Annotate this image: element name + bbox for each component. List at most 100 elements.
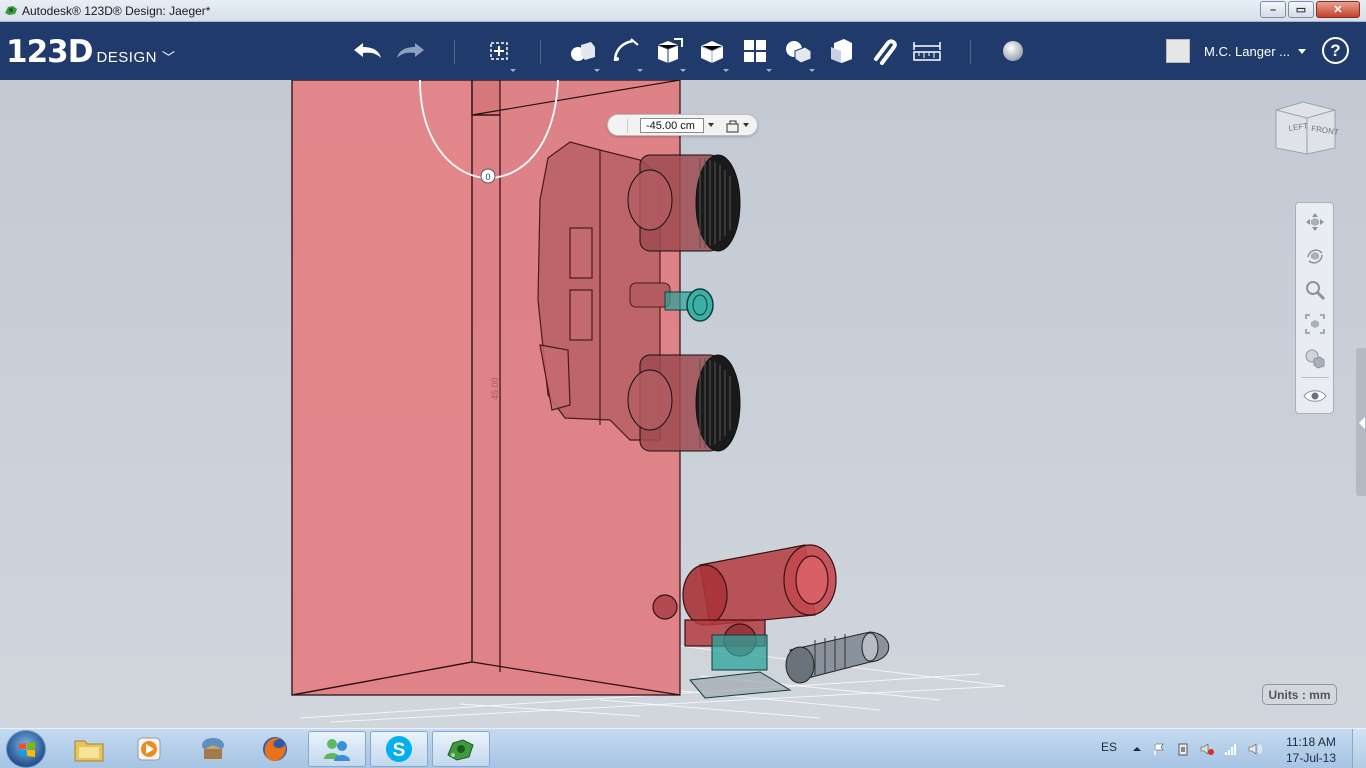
skype-icon: S [386,736,412,762]
shoulder-joint-bottom [627,354,741,452]
maximize-icon: ▭ [1295,4,1307,16]
orbit-icon [1307,249,1323,264]
window-title: Autodesk® 123D® Design: Jaeger* [22,4,211,18]
dimension-input[interactable] [640,118,704,133]
windows-logo-icon [19,742,35,757]
undo-button[interactable] [350,34,384,68]
primitives-icon [571,42,595,61]
minimize-icon: – [1269,3,1277,16]
title-bar: Autodesk® 123D® Design: Jaeger* – ▭ ✕ [0,0,1366,22]
nav-divider [1301,377,1329,378]
taskbar-firefox[interactable] [246,731,304,767]
rotation-handle-value: 0 [485,172,490,182]
units-indicator[interactable]: Units : mm [1262,684,1337,705]
show-hidden-icons-icon[interactable] [1130,742,1144,756]
taskbar: S ES 11:18 AM 17-Jul-13 [0,728,1366,768]
visibility-icon [1303,390,1327,402]
transform-button[interactable] [482,34,516,72]
pan-button[interactable] [1302,209,1328,235]
action-center-flag-icon[interactable] [1152,742,1166,756]
fit-button[interactable] [1302,311,1328,337]
taskbar-explorer[interactable] [60,731,118,767]
start-button[interactable] [6,730,46,768]
sketch-button[interactable] [609,34,643,72]
construct-icon [657,38,683,63]
snap-icon [874,39,897,65]
material-button[interactable] [996,34,1030,68]
box-dimension-label: 45.00 [490,377,500,400]
main-toolbar: 123D DESIGN ﹀ M.C. Langer ... ? [0,22,1366,80]
clock-date: 17-Jul-13 [1285,751,1337,765]
app-menu-button[interactable]: 123D DESIGN ﹀ [6,34,175,70]
scene-canvas: 0 45.00 [291,80,1006,723]
svg-text:S: S [393,740,406,761]
taskbar-game[interactable] [184,731,242,767]
modify-button[interactable] [695,34,729,72]
measure-button[interactable] [910,34,944,68]
sketch-icon [613,38,639,62]
undo-icon [354,43,381,58]
snap-button[interactable] [867,34,901,68]
system-clock[interactable]: 11:18 AM 17-Jul-13 [1278,734,1344,766]
pattern-button[interactable] [738,34,772,72]
toolbar-separator [540,40,541,64]
game-icon [202,738,224,759]
drag-grip-icon[interactable] [614,119,628,133]
snap-options-icon[interactable] [726,119,740,133]
volume-warning-icon[interactable] [1200,742,1214,756]
taskbar-skype[interactable]: S [370,731,428,767]
messenger-icon [324,739,350,761]
pattern-icon [744,40,766,62]
language-indicator[interactable]: ES [1101,740,1117,754]
3d-viewport[interactable]: 0 45.00 -45.00 cm LEFT FRONT Units: mm [0,80,1366,728]
measure-icon [913,42,941,61]
windows-explorer-icon [74,740,104,762]
grouping-icon [786,41,812,64]
shoulder-joint-top [627,154,741,252]
user-name[interactable]: M.C. Langer ... [1204,44,1290,59]
avatar[interactable] [1166,39,1190,63]
maximize-button[interactable]: ▭ [1288,1,1314,18]
combine-icon [831,39,852,63]
network-signal-icon[interactable] [1224,742,1238,756]
show-desktop-button[interactable] [1352,729,1366,768]
toolbar-separator [454,40,455,64]
combine-button[interactable] [824,34,858,68]
volume-icon[interactable] [1248,742,1262,756]
chevron-down-icon[interactable] [1298,49,1306,54]
grouping-button[interactable] [781,34,815,72]
close-button[interactable]: ✕ [1316,1,1360,18]
app-icon [5,6,17,15]
redo-icon [397,43,424,58]
construct-button[interactable] [652,34,686,72]
missile [785,631,890,684]
zoom-button[interactable] [1302,277,1328,303]
logo-word: DESIGN [96,49,157,66]
primitives-button[interactable] [566,34,600,72]
chevron-down-icon: ﹀ [161,50,175,65]
taskbar-123d-design[interactable] [432,731,490,767]
clock-time: 11:18 AM [1286,735,1336,749]
help-button[interactable]: ? [1322,37,1349,64]
logo-number: 123D [6,34,93,70]
firefox-icon [263,737,287,761]
orbit-button[interactable] [1302,243,1328,269]
view-mode-icon [1305,349,1325,369]
chevron-down-icon[interactable] [743,123,749,127]
chevron-left-icon[interactable] [1359,417,1365,429]
modify-icon [700,41,724,63]
redo-button[interactable] [394,34,428,68]
safely-remove-hardware-icon[interactable] [1176,742,1190,756]
zoom-icon [1306,281,1326,301]
viewcube[interactable]: LEFT FRONT [1273,98,1339,156]
chevron-down-icon[interactable] [708,123,714,127]
navigation-bar [1295,202,1334,414]
123d-design-icon [447,739,474,761]
taskbar-messenger[interactable] [308,731,366,767]
view-mode-button[interactable] [1302,345,1328,371]
minimize-button[interactable]: – [1260,1,1286,18]
visibility-button[interactable] [1302,383,1328,409]
taskbar-media-player[interactable] [120,731,178,767]
toolbar-separator [970,40,971,64]
dimension-input-box [607,114,758,136]
